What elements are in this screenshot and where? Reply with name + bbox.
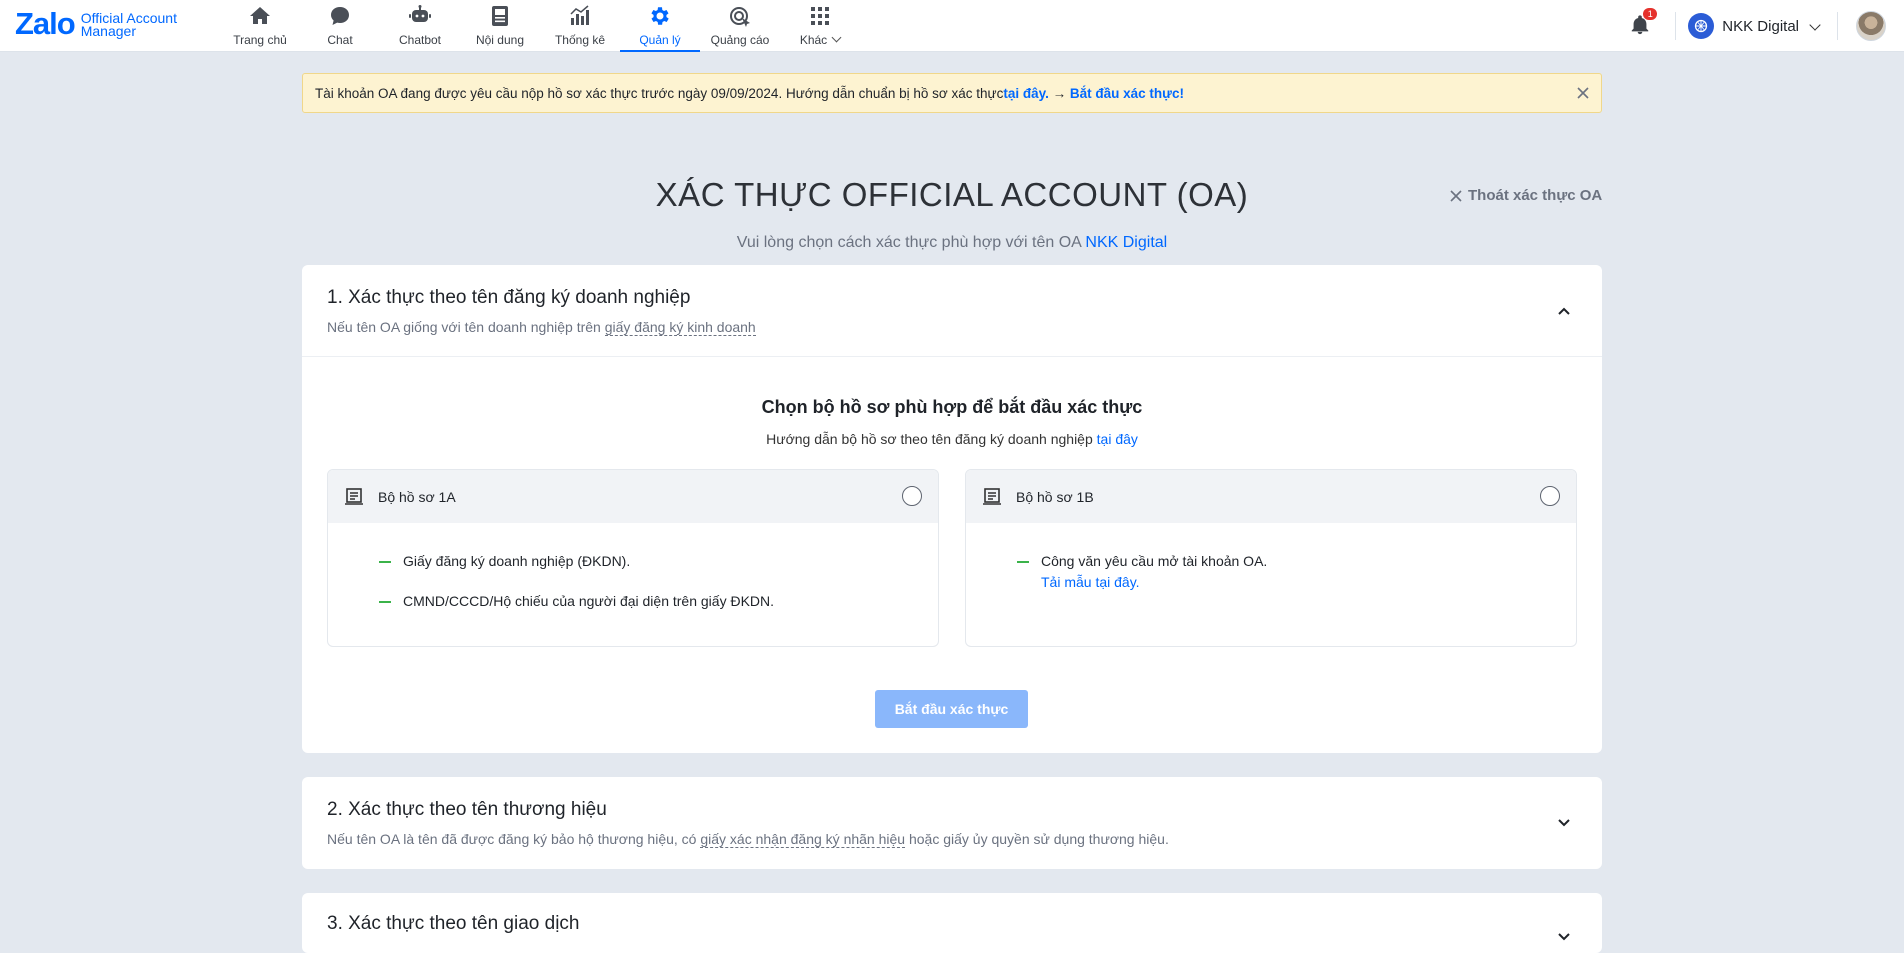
section-title: 3. Xác thực theo tên giao dịch xyxy=(327,913,580,934)
dossier-option-header: Bộ hồ sơ 1B xyxy=(966,470,1576,523)
chevron-down-icon[interactable] xyxy=(1556,929,1572,945)
nav-item-stats[interactable]: Thống kê xyxy=(540,0,620,52)
nav-item-ads[interactable]: Quảng cáo xyxy=(700,0,780,52)
section-header[interactable]: 2. Xác thực theo tên thương hiệu Nếu tên… xyxy=(302,777,1602,848)
dossier-option-header: Bộ hồ sơ 1A xyxy=(328,470,938,523)
account-switcher[interactable]: NKK Digital xyxy=(1676,13,1837,39)
section-description-text: Nếu tên OA là tên đã được đăng ký bảo hộ… xyxy=(327,831,701,847)
page-title: XÁC THỰC OFFICIAL ACCOUNT (OA) xyxy=(655,176,1249,213)
user-avatar[interactable] xyxy=(1856,11,1886,41)
nav-label: Thống kê xyxy=(554,33,606,47)
nav-label: Nội dung xyxy=(475,33,525,47)
exit-verification-button[interactable]: Thoát xác thực OA xyxy=(1449,187,1602,204)
nav-item-manage[interactable]: Quản lý xyxy=(620,0,700,52)
close-icon xyxy=(1450,189,1462,202)
nav-label: Khác xyxy=(799,32,842,47)
nav-label-text: Khác xyxy=(799,33,828,47)
chevron-down-icon xyxy=(831,32,842,43)
exit-verification-label: Thoát xác thực OA xyxy=(1468,187,1603,204)
nav-item-chatbot[interactable]: Chatbot xyxy=(380,0,460,52)
section-description-suffix: hoặc giấy ủy quyền sử dụng thương hiệu. xyxy=(905,831,1169,847)
content-icon xyxy=(492,6,508,26)
brain-icon xyxy=(1695,19,1708,33)
nav-label: Quản lý xyxy=(639,33,681,47)
account-name: NKK Digital xyxy=(1722,17,1799,35)
nav-item-more[interactable]: Khác xyxy=(780,0,860,52)
dossier-option-1a[interactable]: Bộ hồ sơ 1A Giấy đăng ký doanh nghiệp (Đ… xyxy=(327,469,939,647)
choose-dossier-title: Chọn bộ hồ sơ phù hợp để bắt đầu xác thự… xyxy=(761,397,1143,417)
zalo-oa-logo[interactable]: Zalo Official Account Manager xyxy=(15,8,177,40)
section-description: Nếu tên OA giống với tên doanh nghiệp tr… xyxy=(327,319,1577,336)
chatbot-icon xyxy=(409,5,431,22)
chat-icon xyxy=(331,7,349,25)
logo-subtitle-line2: Manager xyxy=(80,23,136,39)
verification-deadline-banner: Tài khoản OA đang được yêu cầu nộp hồ sơ… xyxy=(302,73,1602,113)
section-trademark: 2. Xác thực theo tên thương hiệu Nếu tên… xyxy=(302,777,1602,869)
banner-arrow: → xyxy=(1048,85,1070,101)
stats-icon xyxy=(570,5,589,25)
nav-label: Chatbot xyxy=(398,33,442,47)
nav-label: Trang chủ xyxy=(233,33,287,47)
dossier-option-name: Bộ hồ sơ 1A xyxy=(378,488,456,505)
nav-item-content[interactable]: Nội dung xyxy=(460,0,540,52)
divider xyxy=(302,356,1602,357)
banner-start-link[interactable]: Bắt đầu xác thực! xyxy=(1070,86,1184,101)
grid-icon xyxy=(811,7,829,25)
document-stack-icon xyxy=(983,487,1001,505)
section-header[interactable]: 1. Xác thực theo tên đăng ký doanh nghiệ… xyxy=(302,265,1602,336)
header-right: 1 NKK Digital xyxy=(1629,0,1904,52)
home-icon xyxy=(250,7,270,24)
dossier-option-name: Bộ hồ sơ 1B xyxy=(1016,488,1094,505)
close-icon[interactable] xyxy=(1575,85,1591,101)
chevron-down-icon xyxy=(1809,18,1821,31)
download-template-link[interactable]: Tải mẫu tại đây. xyxy=(1041,574,1576,590)
section-title: 1. Xác thực theo tên đăng ký doanh nghiệ… xyxy=(327,287,691,308)
dossier-radio-1a[interactable] xyxy=(902,486,922,506)
dossier-radio-1b[interactable] xyxy=(1540,486,1560,506)
gear-icon xyxy=(651,7,669,25)
chevron-down-icon[interactable] xyxy=(1556,815,1572,831)
oa-avatar xyxy=(1688,13,1715,39)
choose-dossier-guide: Hướng dẫn bộ hồ sơ theo tên đăng ký doan… xyxy=(302,431,1602,447)
section-description-text: Nếu tên OA giống với tên doanh nghiệp tr… xyxy=(327,319,605,335)
section-header[interactable]: 3. Xác thực theo tên giao dịch xyxy=(302,893,1602,941)
start-verification-button[interactable]: Bắt đầu xác thực xyxy=(875,690,1028,728)
divider xyxy=(1837,12,1838,40)
requirement-item: Công văn yêu cầu mở tài khoản OA. Tải mẫ… xyxy=(966,553,1576,590)
section-title: 2. Xác thực theo tên thương hiệu xyxy=(327,799,607,820)
ads-icon xyxy=(730,7,750,27)
dossier-option-1b[interactable]: Bộ hồ sơ 1B Công văn yêu cầu mở tài khoả… xyxy=(965,469,1577,647)
logo-wordmark: Zalo xyxy=(15,6,76,41)
trademark-certificate-tooltip[interactable]: giấy xác nhận đăng ký nhãn hiệu xyxy=(700,831,906,848)
document-stack-icon xyxy=(345,487,363,505)
business-license-tooltip[interactable]: giấy đăng ký kinh doanh xyxy=(604,319,756,336)
nav-item-home[interactable]: Trang chủ xyxy=(220,0,300,52)
section-business-registration: 1. Xác thực theo tên đăng ký doanh nghiệ… xyxy=(302,265,1602,753)
nav-label: Chat xyxy=(327,33,353,47)
dossier-guide-link[interactable]: tại đây xyxy=(1097,431,1138,447)
nav-item-chat[interactable]: Chat xyxy=(300,0,380,52)
section-trade-name: 3. Xác thực theo tên giao dịch xyxy=(302,893,1602,953)
page-subtitle: Vui lòng chọn cách xác thực phù hợp với … xyxy=(0,234,1904,252)
banner-text: Tài khoản OA đang được yêu cầu nộp hồ sơ… xyxy=(315,85,1004,101)
requirement-text: Công văn yêu cầu mở tài khoản OA. xyxy=(1041,553,1268,569)
subtitle-text: Vui lòng chọn cách xác thực phù hợp với … xyxy=(736,234,1086,251)
requirement-item: Giấy đăng ký doanh nghiệp (ĐKDN). xyxy=(328,553,938,569)
top-navigation-bar: Zalo Official Account Manager Trang chủ … xyxy=(0,0,1904,52)
choose-dossier-guide-text: Hướng dẫn bộ hồ sơ theo tên đăng ký doan… xyxy=(766,431,1097,447)
banner-guide-link[interactable]: tại đây. xyxy=(1003,86,1049,101)
chevron-up-icon[interactable] xyxy=(1556,303,1572,319)
section-description: Nếu tên OA là tên đã được đăng ký bảo hộ… xyxy=(327,831,1577,848)
subtitle-oa-name: NKK Digital xyxy=(1085,234,1168,251)
notification-button[interactable]: 1 xyxy=(1629,8,1658,38)
logo-subtitle: Official Account Manager xyxy=(80,11,177,39)
notification-badge: 1 xyxy=(1643,8,1658,20)
main-nav: Trang chủ Chat Chatbot Nội dung Thống kê… xyxy=(220,0,860,52)
requirement-item: CMND/CCCD/Hộ chiếu của người đại diện tr… xyxy=(328,593,938,609)
nav-label: Quảng cáo xyxy=(710,33,770,47)
